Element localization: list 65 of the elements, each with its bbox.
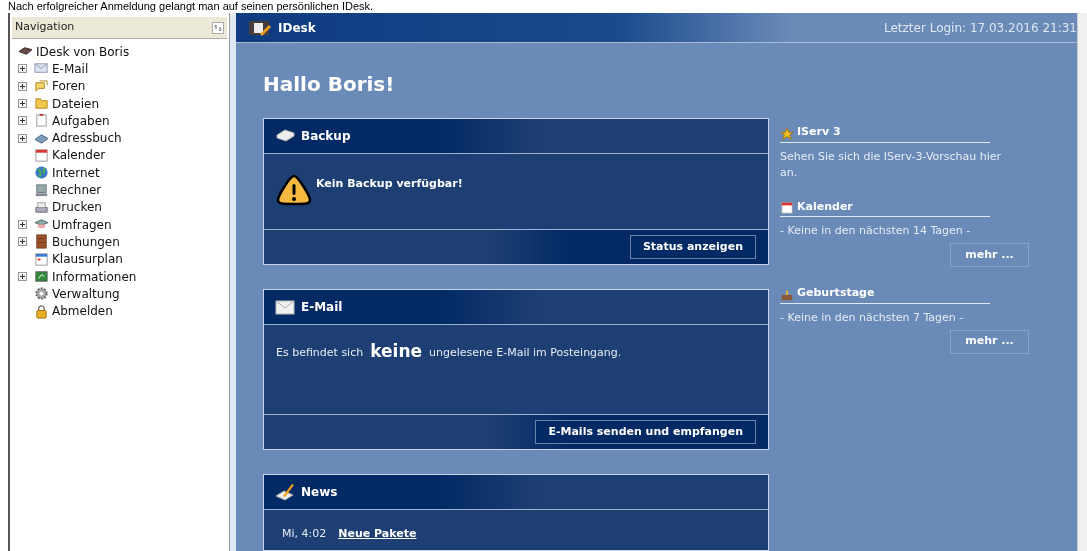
- box-title[interactable]: IServ 3: [797, 124, 841, 141]
- news-time: Mi, 4:02: [282, 526, 327, 542]
- pencil-note-icon: [275, 483, 296, 501]
- nav-item[interactable]: Dateien: [51, 94, 99, 113]
- envelope-icon: [275, 298, 296, 316]
- nav-item[interactable]: Drucken: [51, 198, 102, 217]
- nav-item[interactable]: Foren: [51, 77, 86, 96]
- expand-icon[interactable]: [18, 272, 27, 281]
- box-text: - Keine in den nächsten 7 Tagen -: [780, 309, 965, 326]
- card-title: Backup: [301, 128, 351, 145]
- cabinet-icon: [34, 234, 49, 250]
- schedule-icon: [34, 251, 49, 267]
- nav-item[interactable]: E-Mail: [51, 59, 89, 78]
- nav-item[interactable]: IDesk von Boris: [35, 42, 130, 61]
- nav-item[interactable]: Rechner: [51, 181, 102, 200]
- nav-item[interactable]: Informationen: [51, 267, 137, 286]
- more-button[interactable]: mehr ...: [950, 243, 1029, 267]
- greeting: Hallo Boris!: [263, 71, 396, 98]
- gear-icon: [34, 286, 49, 302]
- news-link[interactable]: Neue Pakete: [338, 526, 417, 543]
- more-button[interactable]: mehr ...: [950, 329, 1029, 354]
- clipboard-icon: [34, 113, 49, 129]
- last-login: Letzter Login: 17.03.2016 21:31: [883, 19, 1077, 37]
- nav-item[interactable]: Aufgaben: [51, 111, 110, 130]
- box-title[interactable]: Kalender: [797, 198, 853, 215]
- box-text: Sehen Sie sich die IServ-3-Vorschau hier an.: [780, 148, 1003, 181]
- speech-bubbles-icon: [34, 78, 49, 94]
- info-board-icon: [34, 269, 49, 284]
- nav-item[interactable]: Internet: [51, 163, 100, 182]
- calendar-icon: [780, 201, 794, 215]
- nav-item[interactable]: Abmelden: [51, 302, 113, 321]
- expand-icon[interactable]: [18, 116, 27, 126]
- expand-icon[interactable]: [18, 220, 27, 230]
- folder-icon: [34, 96, 49, 112]
- expand-icon[interactable]: [18, 133, 27, 143]
- nav-item[interactable]: Umfragen: [51, 215, 112, 234]
- expand-icon[interactable]: [18, 237, 27, 247]
- drive-icon: [275, 127, 296, 145]
- expand-icon[interactable]: [18, 64, 27, 74]
- expand-icon[interactable]: [18, 99, 27, 109]
- card-title: News: [301, 484, 338, 501]
- expand-icon[interactable]: [18, 81, 27, 91]
- header-title: IDesk: [278, 19, 316, 37]
- scrollbar[interactable]: [1077, 13, 1087, 551]
- star-icon: [780, 126, 794, 141]
- warning-message: Kein Backup verfügbar!: [316, 176, 463, 192]
- card-title: E-Mail: [301, 299, 343, 316]
- computer-icon: [34, 182, 49, 198]
- printer-icon: [34, 199, 49, 215]
- nav-item[interactable]: Klausurplan: [51, 250, 123, 269]
- caption: Nach erfolgreicher Anmeldung gelangt man auf seinen persönlichen IDesk.: [8, 1, 374, 12]
- nav-item[interactable]: Kalender: [51, 146, 106, 165]
- padlock-icon: [34, 303, 49, 319]
- nav-item[interactable]: Adressbuch: [51, 129, 122, 148]
- action-button[interactable]: E-Mails senden und empfangen: [535, 420, 756, 444]
- box-text: - Keine in den nächsten 14 Tagen -: [780, 223, 972, 239]
- calendar-icon: [34, 147, 49, 163]
- warning-icon: [276, 174, 312, 206]
- box-title[interactable]: Geburtstage: [797, 285, 875, 302]
- sidebar-header: Navigation: [12, 17, 227, 39]
- action-button[interactable]: Status anzeigen: [629, 235, 756, 259]
- globe-icon: [34, 165, 49, 181]
- nav-item[interactable]: Verwaltung: [51, 284, 120, 303]
- nav-item[interactable]: Buchungen: [51, 232, 120, 251]
- notepad-icon: [248, 18, 272, 37]
